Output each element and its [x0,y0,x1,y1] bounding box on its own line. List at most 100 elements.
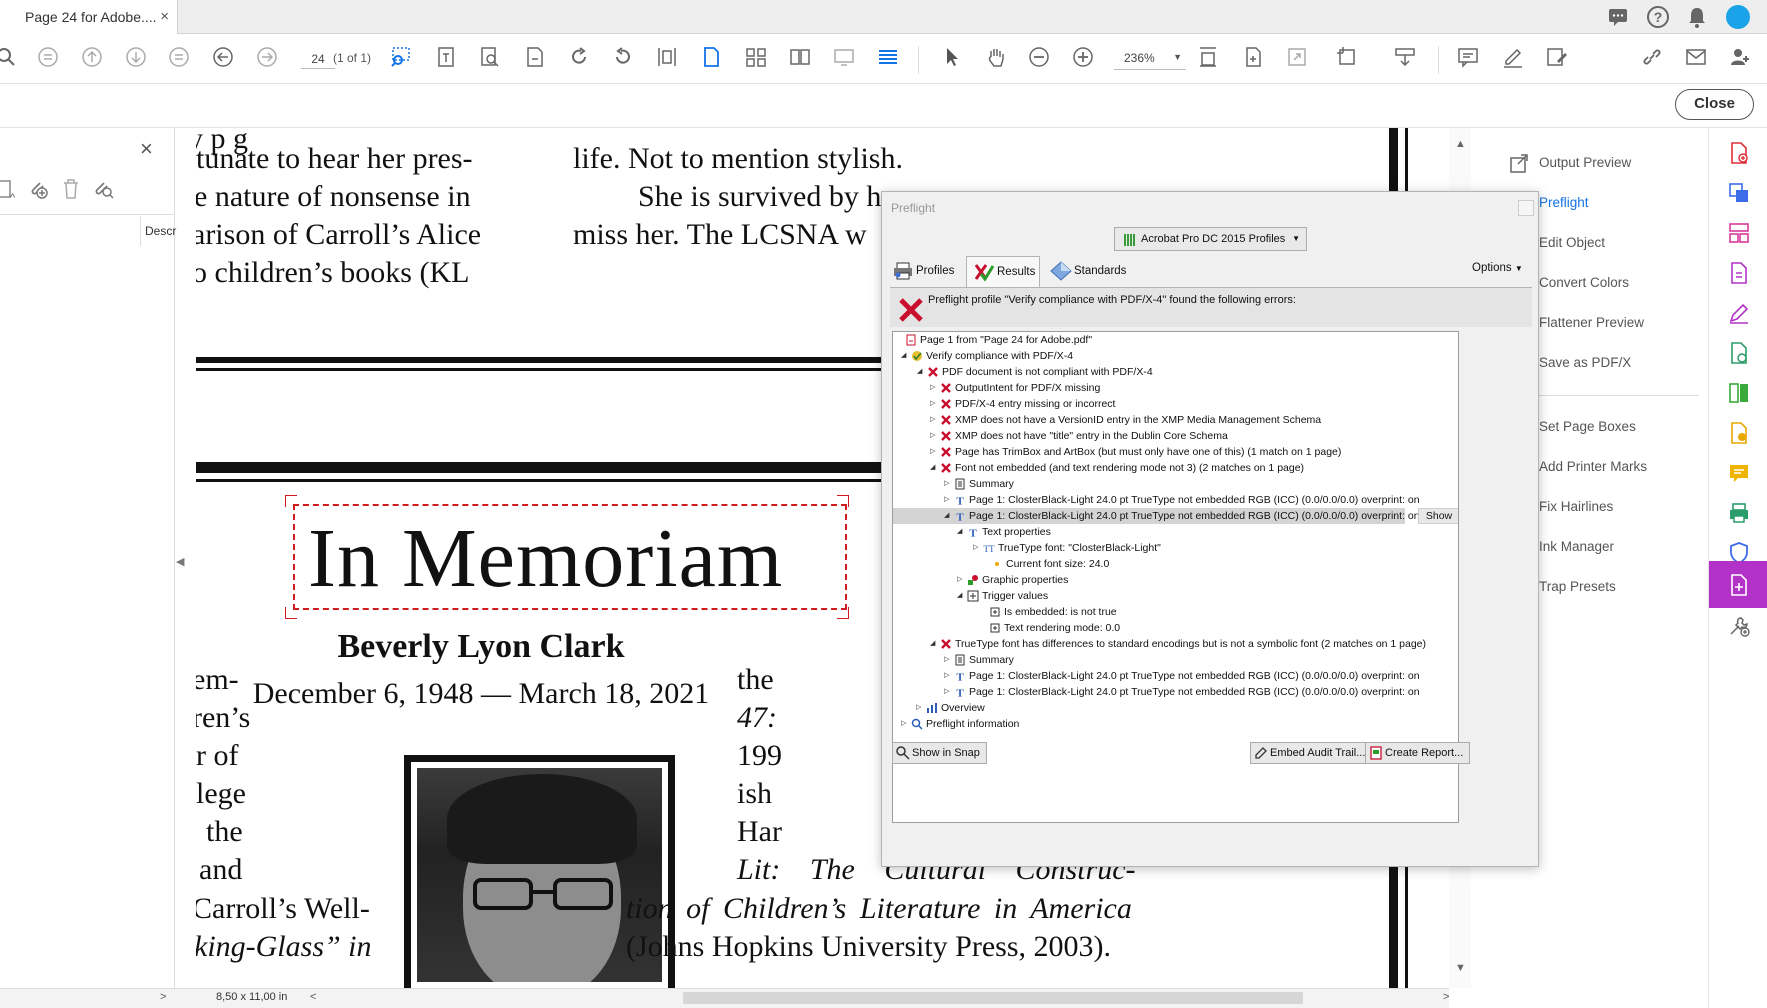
tree-row[interactable]: Page 1 from "Page 24 for Adobe.pdf" [893,332,1458,348]
tab-profiles[interactable]: Profiles [886,256,966,287]
tool-ink-manager[interactable]: Ink Manager [1539,539,1614,554]
fit-page-icon[interactable] [1194,43,1222,71]
tree-row[interactable]: ▷ Graphic properties [893,572,1458,588]
horizontal-scrollbar[interactable]: < > [175,988,1449,1008]
collapsed-triangle-icon[interactable]: ▷ [930,396,938,412]
document-icon[interactable] [521,43,549,71]
tree-row[interactable]: ▷ T Page 1: ClosterBlack-Light 24.0 pt Tru… [893,684,1458,700]
chevron-up-icon[interactable]: ^ [10,192,15,204]
two-page-view-icon[interactable] [786,43,814,71]
collapsed-triangle-icon[interactable]: ▷ [957,572,965,588]
close-button[interactable]: Close [1675,89,1754,120]
download-icon[interactable] [1391,43,1419,71]
search-attachment-icon[interactable] [92,177,116,206]
send-for-review-icon[interactable] [1726,420,1752,446]
tree-row[interactable]: Text rendering mode: 0.0 [893,620,1458,636]
tool-trap-presets[interactable]: Trap Presets [1539,579,1616,594]
collapsed-triangle-icon[interactable]: ▷ [944,684,952,700]
preflight-tool-selected-icon[interactable] [1709,561,1767,608]
tree-row[interactable]: ▷ T Page 1: ClosterBlack-Light 24.0 pt Tru… [893,492,1458,508]
tree-row[interactable]: ▷ XMP does not have a VersionID entry in … [893,412,1458,428]
tool-edit-object[interactable]: Edit Object [1539,235,1605,250]
tool-set-page-boxes[interactable]: Set Page Boxes [1539,419,1636,434]
scroll-up-icon[interactable] [34,43,62,71]
tree-row[interactable]: ▷ Page has TrimBox and ArtBox (but must o… [893,444,1458,460]
tree-row[interactable]: ▷ T Page 1: ClosterBlack-Light 24.0 pt Tru… [893,668,1458,684]
selection-handle[interactable] [837,495,849,507]
collapsed-triangle-icon[interactable]: ▷ [944,668,952,684]
fit-width-icon[interactable] [653,43,681,71]
tree-row[interactable]: Is embedded: is not true [893,604,1458,620]
tree-row[interactable]: ▷ TT TrueType font: "ClosterBlack-Light" [893,540,1458,556]
collapse-left-icon[interactable]: ◀ [176,555,184,568]
tree-row[interactable]: ◢ T Page 1: ClosterBlack-Light 24.0 pt Tru… [893,508,1420,524]
scroll-left-arrow-icon[interactable]: < [310,991,316,1003]
collapsed-triangle-icon[interactable]: ▷ [944,476,952,492]
scrollbar-thumb[interactable] [683,992,1303,1004]
document-tab[interactable]: Page 24 for Adobe.... × [0,0,178,34]
edit-pdf-icon[interactable] [1726,260,1752,286]
tree-row[interactable]: ◢ TrueType font has differences to standa… [893,636,1458,652]
search-document-icon[interactable] [476,43,504,71]
help-icon[interactable]: ? [1646,5,1670,34]
tree-row[interactable]: ◢ Font not embedded (and text rendering m… [893,460,1458,476]
expanded-triangle-icon[interactable]: ◢ [930,460,938,476]
collapsed-triangle-icon[interactable]: ▷ [930,412,938,428]
comment-tool-icon[interactable] [1726,460,1752,486]
expanded-triangle-icon[interactable]: ◢ [957,588,965,604]
tool-flattener-preview[interactable]: Flattener Preview [1539,315,1644,330]
single-page-view-icon[interactable] [697,43,725,71]
notifications-bell-icon[interactable] [1686,5,1708,34]
maximize-button[interactable] [1518,200,1534,216]
selection-handle[interactable] [285,495,297,507]
tab-close-icon[interactable]: × [160,0,169,34]
tree-row[interactable]: ▷ OutputIntent for PDF/X missing [893,380,1458,396]
tree-row[interactable]: ◢ Verify compliance with PDF/X-4 [893,348,1458,364]
full-screen-icon[interactable] [830,43,858,71]
tab-results[interactable]: Results [966,256,1040,287]
tree-row[interactable]: ◢ PDF document is not compliant with PDF/… [893,364,1458,380]
select-text-icon[interactable] [387,43,415,71]
rotate-clockwise-icon[interactable] [565,43,593,71]
forward-icon[interactable] [253,43,281,71]
collapsed-triangle-icon[interactable]: ▷ [944,652,952,668]
tool-preflight[interactable]: Preflight [1539,195,1589,210]
tree-row[interactable]: ▷ XMP does not have "title" entry in the … [893,428,1458,444]
read-mode-icon[interactable] [874,43,902,71]
share-link-icon[interactable] [1638,43,1666,71]
add-attachment-icon[interactable] [26,177,50,206]
export-pdf-icon[interactable] [1726,140,1752,166]
tab-standards[interactable]: Standards [1044,256,1134,287]
tree-row[interactable]: ▷ Preflight information [893,716,1458,732]
rotate-counterclockwise-icon[interactable] [609,43,637,71]
page-number-input[interactable] [301,49,335,69]
scroll-right-arrow-icon[interactable]: > [1443,991,1449,1003]
combine-files-icon[interactable] [1726,180,1752,206]
collapsed-triangle-icon[interactable]: ▷ [973,540,981,556]
tree-row[interactable]: ▷ Summary [893,652,1458,668]
hand-tool-icon[interactable] [982,43,1010,71]
tool-fix-hairlines[interactable]: Fix Hairlines [1539,499,1613,514]
column-header-description[interactable]: Descr [145,224,176,238]
page-boxes-icon[interactable] [1333,43,1361,71]
zoom-out-icon[interactable] [1025,43,1053,71]
tree-row[interactable]: ◢ T Text properties [893,524,1458,540]
tree-row[interactable]: ▷ Summary [893,476,1458,492]
expanded-triangle-icon[interactable]: ◢ [917,364,925,380]
actual-size-icon[interactable] [1239,43,1267,71]
organize-pages-icon[interactable] [1726,220,1752,246]
selection-handle[interactable] [837,607,849,619]
delete-icon[interactable] [60,177,82,206]
create-report-button[interactable]: Create Report... [1365,742,1471,764]
tree-row[interactable]: Current font size: 24.0 [893,556,1458,572]
tool-output-preview[interactable]: Output Preview [1539,155,1631,170]
tree-row[interactable]: ▷ Overview [893,700,1458,716]
tree-row[interactable]: ▷ PDF/X-4 entry missing or incorrect [893,396,1458,412]
close-pane-icon[interactable]: × [140,136,153,162]
add-user-icon[interactable] [1726,43,1754,71]
highlight-pen-icon[interactable] [1499,43,1527,71]
tool-save-as-pdfx[interactable]: Save as PDF/X [1539,355,1631,370]
tool-convert-colors[interactable]: Convert Colors [1539,275,1629,290]
back-icon[interactable] [209,43,237,71]
scroll-down-arrow-icon[interactable]: ▼ [1455,962,1466,974]
